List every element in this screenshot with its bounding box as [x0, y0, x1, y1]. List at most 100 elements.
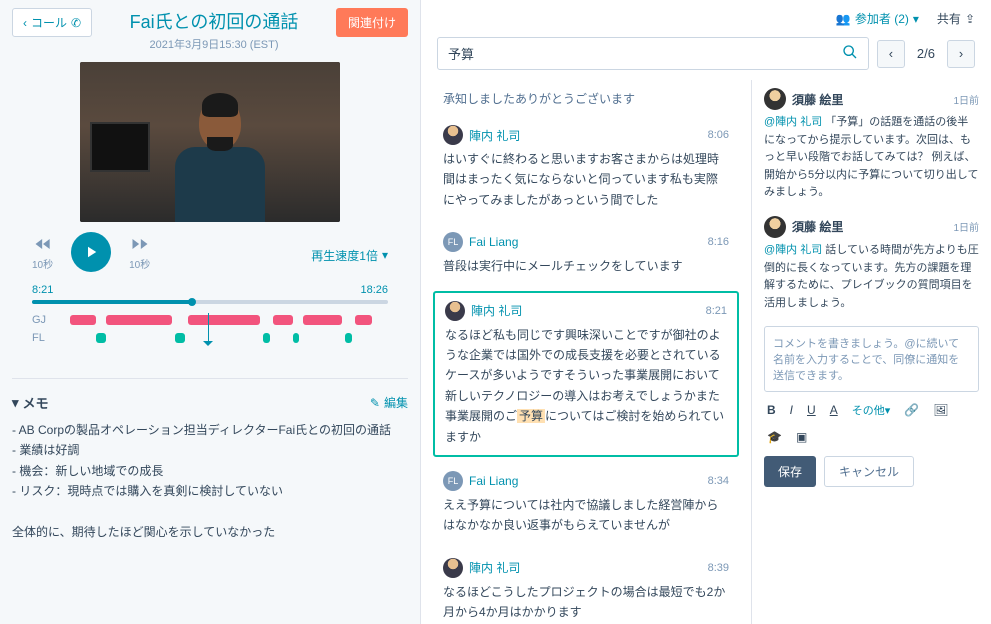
search-icon[interactable]: [842, 44, 858, 63]
transcript-fragment: 承知しましたありがとうございます: [433, 86, 739, 117]
italic-button[interactable]: I: [787, 401, 796, 419]
time-current: 8:21: [32, 284, 53, 296]
track-label-gj: GJ: [32, 314, 52, 326]
people-icon: 👥: [836, 12, 851, 26]
chevron-left-icon: ‹: [23, 16, 27, 30]
pencil-icon: ✎: [370, 396, 380, 410]
text-color-button[interactable]: A: [827, 401, 841, 419]
transcript-message[interactable]: FLFai Liang8:34ええ予算については社内で協議しました経営陣からはな…: [433, 463, 739, 544]
avatar: FL: [443, 471, 463, 491]
search-box: [437, 37, 869, 70]
search-next-button[interactable]: ›: [947, 40, 975, 68]
search-prev-button[interactable]: ‹: [877, 40, 905, 68]
track-label-fl: FL: [32, 332, 52, 344]
search-input[interactable]: [448, 46, 842, 61]
comment: 須藤 絵里 1日前 @陣内 礼司 「予算」の話題を通話の後半になってから提示していま…: [764, 88, 979, 202]
mention[interactable]: @陣内 礼司: [764, 116, 822, 128]
track-bar-fl[interactable]: [60, 333, 388, 343]
cancel-comment-button[interactable]: キャンセル: [824, 456, 914, 487]
transcript-message[interactable]: 陣内 礼司 8:21 なるほど私も同じです興味深いことですが御社のような企業では国外…: [433, 291, 739, 457]
chevron-right-icon: ›: [959, 46, 963, 61]
commenter-name: 須藤 絵里: [792, 91, 843, 108]
note-line: - リスク：現時点では購入を真剣に検討していない: [12, 481, 408, 501]
search-highlight: 予算: [517, 409, 545, 423]
participants-dropdown[interactable]: 👥 参加者 (2) ▾: [836, 10, 919, 27]
attach-button[interactable]: 🎓: [764, 428, 785, 446]
playback-speed[interactable]: 再生速度1倍 ▾: [311, 247, 388, 264]
associate-button[interactable]: 関連付け: [336, 8, 408, 37]
save-comment-button[interactable]: 保存: [764, 456, 816, 487]
avatar: [445, 301, 465, 321]
skip-forward-button[interactable]: 10秒: [129, 234, 150, 271]
share-icon: ⇪: [965, 12, 975, 26]
underline-button[interactable]: U: [804, 401, 819, 419]
video-thumbnail[interactable]: [80, 62, 340, 222]
speaker-name: 陣内 礼司: [469, 127, 520, 144]
seek-bar[interactable]: [32, 300, 388, 304]
comment-input[interactable]: コメントを書きましょう。@に続いて名前を入力することで、同僚に通知を送信できます…: [764, 326, 979, 392]
note-line: - 機会：新しい地域での成長: [12, 461, 408, 481]
right-panel: 👥 参加者 (2) ▾ 共有 ⇪ ‹ 2/6 › 承知しましたありがとうございま…: [420, 0, 991, 624]
comment-toolbar: B I U A その他▾ 🔗 🖼 🎓 ▣: [764, 400, 979, 446]
search-counter: 2/6: [913, 46, 939, 61]
transcript-message[interactable]: 陣内 礼司8:06はいすぐに終わると思いますお客さまからは処理時間はまったく気に…: [433, 117, 739, 218]
mention[interactable]: @陣内 礼司: [764, 244, 822, 256]
track-bar-gj[interactable]: [60, 315, 388, 325]
back-label: コール: [31, 14, 67, 31]
note-line: - 業績は好調: [12, 440, 408, 460]
chevron-down-icon: ▾: [12, 395, 19, 411]
avatar: FL: [443, 232, 463, 252]
skip-back-button[interactable]: 10秒: [32, 234, 53, 271]
transcript-message[interactable]: FL Fai Liang 8:16 普段は実行中にメールチェックをしています: [433, 224, 739, 284]
left-panel: ‹ コール ✆ Fai氏との初回の通話 2021年3月9日15:30 (EST)…: [0, 0, 420, 624]
transcript-message[interactable]: 陣内 礼司 8:39 なるほどこうしたプロジェクトの場合は最短でも2か月から4か月は…: [433, 550, 739, 624]
message-text: なるほどこうしたプロジェクトの場合は最短でも2か月から4か月はかかります: [443, 582, 729, 623]
bold-button[interactable]: B: [764, 401, 779, 419]
message-text: なるほど私も同じです興味深いことですが御社のような企業では国外での成長支援を必要…: [445, 325, 727, 447]
speaker-name: 陣内 礼司: [469, 559, 520, 576]
notes-toggle[interactable]: ▾ メモ: [12, 393, 49, 412]
share-button[interactable]: 共有 ⇪: [937, 10, 975, 27]
speaker-name: Fai Liang: [469, 235, 518, 249]
phone-icon: ✆: [71, 16, 81, 30]
chevron-down-icon: ▾: [382, 248, 388, 262]
skip-forward-icon: [130, 234, 150, 254]
comment-time: 1日前: [953, 92, 979, 107]
image-button[interactable]: 🖼: [930, 401, 951, 419]
message-time: 8:39: [708, 562, 729, 574]
comments-pane: 須藤 絵里 1日前 @陣内 礼司 「予算」の話題を通話の後半になってから提示していま…: [751, 80, 991, 624]
video-button[interactable]: ▣: [793, 428, 810, 446]
avatar: [764, 216, 786, 238]
message-time: 8:16: [708, 236, 729, 248]
avatar: [443, 125, 463, 145]
call-title: Fai氏との初回の通話: [102, 8, 326, 34]
link-button[interactable]: 🔗: [901, 401, 922, 419]
avatar: [443, 558, 463, 578]
edit-notes-button[interactable]: ✎ 編集: [370, 394, 408, 411]
message-text: ええ予算については社内で協議しました経営陣からはなかなか良い返事がもらえていませ…: [443, 495, 729, 536]
comment-text: @陣内 礼司 話している時間が先方よりも圧倒的に長くなっています。先方の課題を理…: [764, 242, 979, 312]
time-total: 18:26: [360, 284, 388, 296]
comment: 須藤 絵里 1日前 @陣内 礼司 話している時間が先方よりも圧倒的に長くなっています…: [764, 216, 979, 312]
comment-time: 1日前: [953, 219, 979, 234]
play-button[interactable]: [71, 232, 111, 272]
timeline: 8:21 18:26 GJ: [12, 278, 408, 364]
chevron-down-icon: ▾: [913, 12, 919, 26]
commenter-name: 須藤 絵里: [792, 218, 843, 235]
call-subtitle: 2021年3月9日15:30 (EST): [102, 36, 326, 52]
note-line: [12, 502, 408, 522]
skip-back-icon: [33, 234, 53, 254]
note-line: 全体的に、期待したほど関心を示していなかった: [12, 522, 408, 542]
comment-text: @陣内 礼司 「予算」の話題を通話の後半になってから提示しています。次回は、もっ…: [764, 114, 979, 202]
play-icon: [82, 243, 100, 261]
speaker-name: 陣内 礼司: [471, 302, 522, 319]
message-time: 8:34: [708, 475, 729, 487]
transcript-pane[interactable]: 承知しましたありがとうございます陣内 礼司8:06はいすぐに終わると思いますお客…: [421, 80, 751, 624]
back-button[interactable]: ‹ コール ✆: [12, 8, 92, 37]
message-time: 8:06: [708, 129, 729, 141]
more-formatting[interactable]: その他▾: [849, 400, 894, 420]
message-text: 普段は実行中にメールチェックをしています: [443, 256, 729, 276]
message-time: 8:21: [706, 305, 727, 317]
note-line: - AB Corpの製品オペレーション担当ディレクターFai氏との初回の通話: [12, 420, 408, 440]
notes-body: - AB Corpの製品オペレーション担当ディレクターFai氏との初回の通話- …: [12, 420, 408, 542]
